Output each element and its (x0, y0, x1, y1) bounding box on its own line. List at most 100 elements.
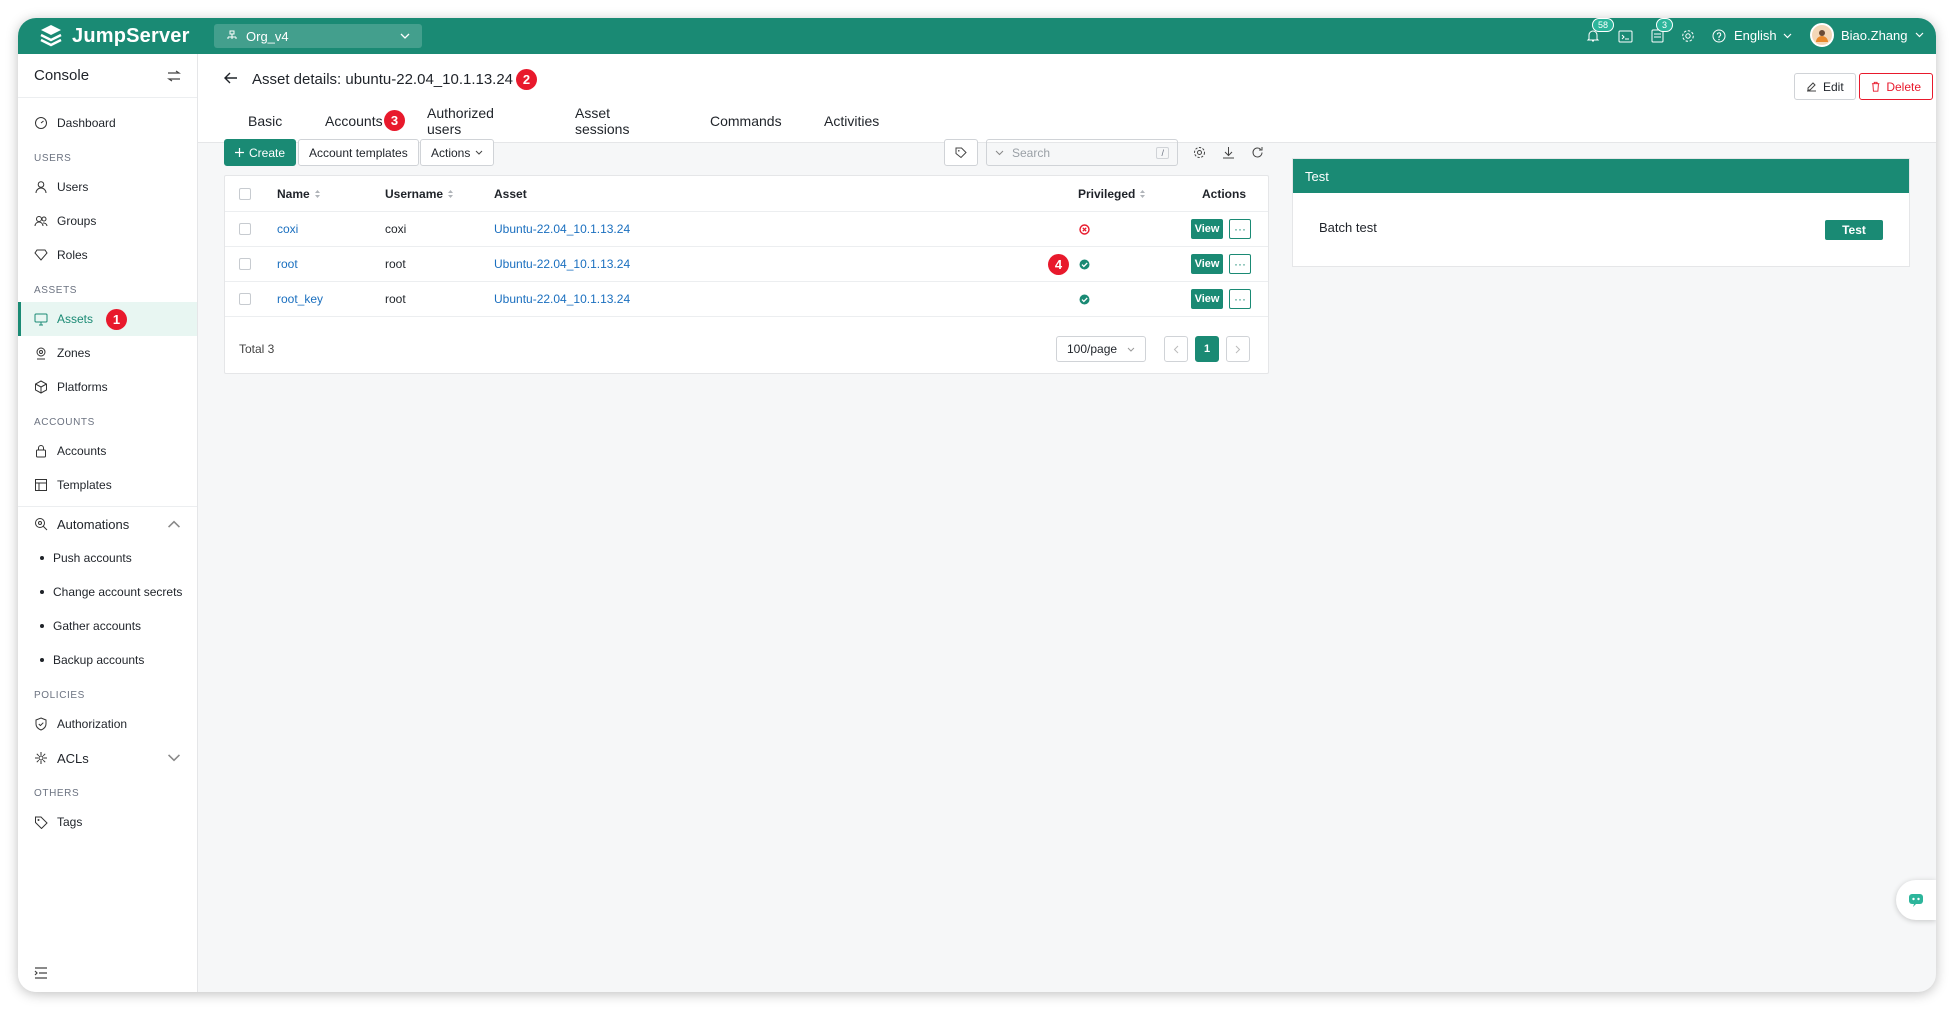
actions-label: Actions (431, 145, 471, 160)
chat-assistant-button[interactable] (1896, 880, 1936, 920)
col-name[interactable]: Name (277, 187, 321, 201)
search-input[interactable]: Search / (986, 139, 1178, 166)
section-accounts: ACCOUNTS (34, 417, 95, 428)
help-icon[interactable] (1710, 27, 1728, 45)
account-name-link[interactable]: coxi (277, 222, 298, 236)
prev-page-button[interactable] (1164, 336, 1188, 362)
delete-button[interactable]: Delete (1859, 73, 1933, 100)
view-button[interactable]: View (1191, 219, 1223, 239)
tickets-icon[interactable]: 3 (1648, 18, 1674, 45)
bullet-icon (40, 556, 44, 560)
more-actions-button[interactable]: ··· (1229, 219, 1251, 239)
sidebar-item-users[interactable]: Users (18, 170, 197, 204)
sidebar-item-tags[interactable]: Tags (18, 805, 197, 839)
refresh-icon[interactable] (1248, 143, 1266, 161)
sidebar-item-automations[interactable]: Automations (18, 507, 197, 541)
sidebar-item-acls[interactable]: ACLs (18, 741, 197, 775)
download-icon[interactable] (1219, 143, 1237, 161)
row-checkbox[interactable] (239, 293, 251, 305)
table-settings-icon[interactable] (1190, 143, 1208, 161)
tag-filter-button[interactable] (944, 139, 978, 166)
switch-view-icon[interactable] (167, 70, 181, 82)
col-username[interactable]: Username (385, 187, 454, 201)
col-asset: Asset (494, 186, 527, 201)
col-privileged[interactable]: Privileged (1078, 187, 1146, 201)
more-actions-button[interactable]: ··· (1229, 254, 1251, 274)
language-selector[interactable]: English (1734, 28, 1792, 43)
edit-button[interactable]: Edit (1794, 73, 1856, 100)
tab-basic[interactable]: Basic (248, 98, 282, 143)
tab-commands[interactable]: Commands (710, 98, 782, 143)
acl-icon (35, 752, 47, 764)
test-panel-title: Test (1305, 168, 1329, 184)
sidebar-subitem-change-secrets[interactable]: Change account secrets (18, 575, 197, 609)
chevron-down-icon (1127, 347, 1135, 352)
sidebar-subitem-gather-accounts[interactable]: Gather accounts (18, 609, 197, 643)
notification-bell-icon[interactable]: 58 (1584, 18, 1615, 45)
collapse-sidebar-button[interactable] (34, 967, 48, 982)
chevron-down-icon (1783, 33, 1792, 38)
arrow-left-icon (224, 72, 237, 84)
view-button[interactable]: View (1191, 289, 1223, 309)
table-row: root_key root Ubuntu-22.04_10.1.13.24 Vi… (225, 282, 1268, 317)
web-terminal-icon[interactable] (1616, 27, 1634, 45)
org-name: Org_v4 (246, 28, 289, 44)
section-others: OTHERS (34, 788, 80, 799)
page-size-select[interactable]: 100/page (1056, 336, 1146, 362)
tab-activities[interactable]: Activities (824, 98, 879, 143)
page-1-button[interactable]: 1 (1195, 336, 1219, 362)
page-title: Asset details: ubuntu-22.04_10.1.13.24 (252, 71, 514, 88)
asset-link[interactable]: Ubuntu-22.04_10.1.13.24 (494, 222, 630, 236)
app-logo[interactable]: JumpServer (38, 18, 190, 54)
sidebar-item-groups[interactable]: Groups (18, 204, 197, 238)
cube-icon (35, 380, 47, 394)
tab-label: Asset sessions (575, 104, 630, 137)
edit-label: Edit (1823, 79, 1844, 94)
row-checkbox[interactable] (239, 258, 251, 270)
account-templates-button[interactable]: Account templates (298, 139, 419, 166)
sidebar-item-zones[interactable]: Zones (18, 336, 197, 370)
chevron-down-icon (400, 33, 410, 39)
sidebar-item-authorization[interactable]: Authorization (18, 707, 197, 741)
asset-link[interactable]: Ubuntu-22.04_10.1.13.24 (494, 257, 630, 271)
asset-link[interactable]: Ubuntu-22.04_10.1.13.24 (494, 292, 630, 306)
sidebar-item-templates[interactable]: Templates (18, 468, 197, 502)
more-actions-button[interactable]: ··· (1229, 289, 1251, 309)
sidebar-item-label: Tags (57, 815, 83, 829)
settings-gear-icon[interactable] (1679, 27, 1697, 45)
view-button[interactable]: View (1191, 254, 1223, 274)
col-label: Username (385, 186, 444, 201)
tab-authorized-users[interactable]: Authorized users (427, 98, 494, 143)
sidebar-subitem-backup-accounts[interactable]: Backup accounts (18, 643, 197, 677)
annotation-marker-1: 1 (106, 308, 128, 330)
sidebar-subitem-push-accounts[interactable]: Push accounts (18, 541, 197, 575)
create-button[interactable]: Create (224, 139, 297, 166)
row-checkbox[interactable] (239, 223, 251, 235)
batch-test-button[interactable]: Test (1825, 220, 1883, 240)
search-shortcut-hint: / (1156, 146, 1169, 159)
chevron-down-icon (476, 150, 483, 155)
sidebar-item-platforms[interactable]: Platforms (18, 370, 197, 404)
sidebar-item-assets[interactable]: Assets 1 (18, 302, 197, 336)
org-selector[interactable]: Org_v4 (214, 24, 422, 48)
user-icon (35, 181, 47, 194)
automation-icon (35, 518, 48, 531)
chevron-down-icon (995, 150, 1004, 155)
account-username: root (385, 292, 406, 306)
tab-accounts[interactable]: Accounts (325, 98, 383, 143)
back-button[interactable] (224, 72, 238, 87)
account-name-link[interactable]: root_key (277, 292, 323, 306)
actions-dropdown[interactable]: Actions (420, 139, 495, 166)
select-all-checkbox[interactable] (239, 187, 251, 200)
user-menu[interactable]: Biao.Zhang (1810, 23, 1924, 47)
account-name-link[interactable]: root (277, 257, 298, 271)
chevron-down-icon (1915, 32, 1923, 38)
section-users: USERS (34, 153, 72, 164)
next-page-button[interactable] (1226, 336, 1250, 362)
tab-asset-sessions[interactable]: Asset sessions (575, 98, 629, 143)
sidebar-item-roles[interactable]: Roles (18, 238, 197, 272)
sidebar-item-accounts[interactable]: Accounts (18, 434, 197, 468)
section-policies: POLICIES (34, 690, 85, 701)
sidebar-item-dashboard[interactable]: Dashboard (18, 106, 197, 140)
sidebar-item-label: ACLs (57, 750, 89, 766)
